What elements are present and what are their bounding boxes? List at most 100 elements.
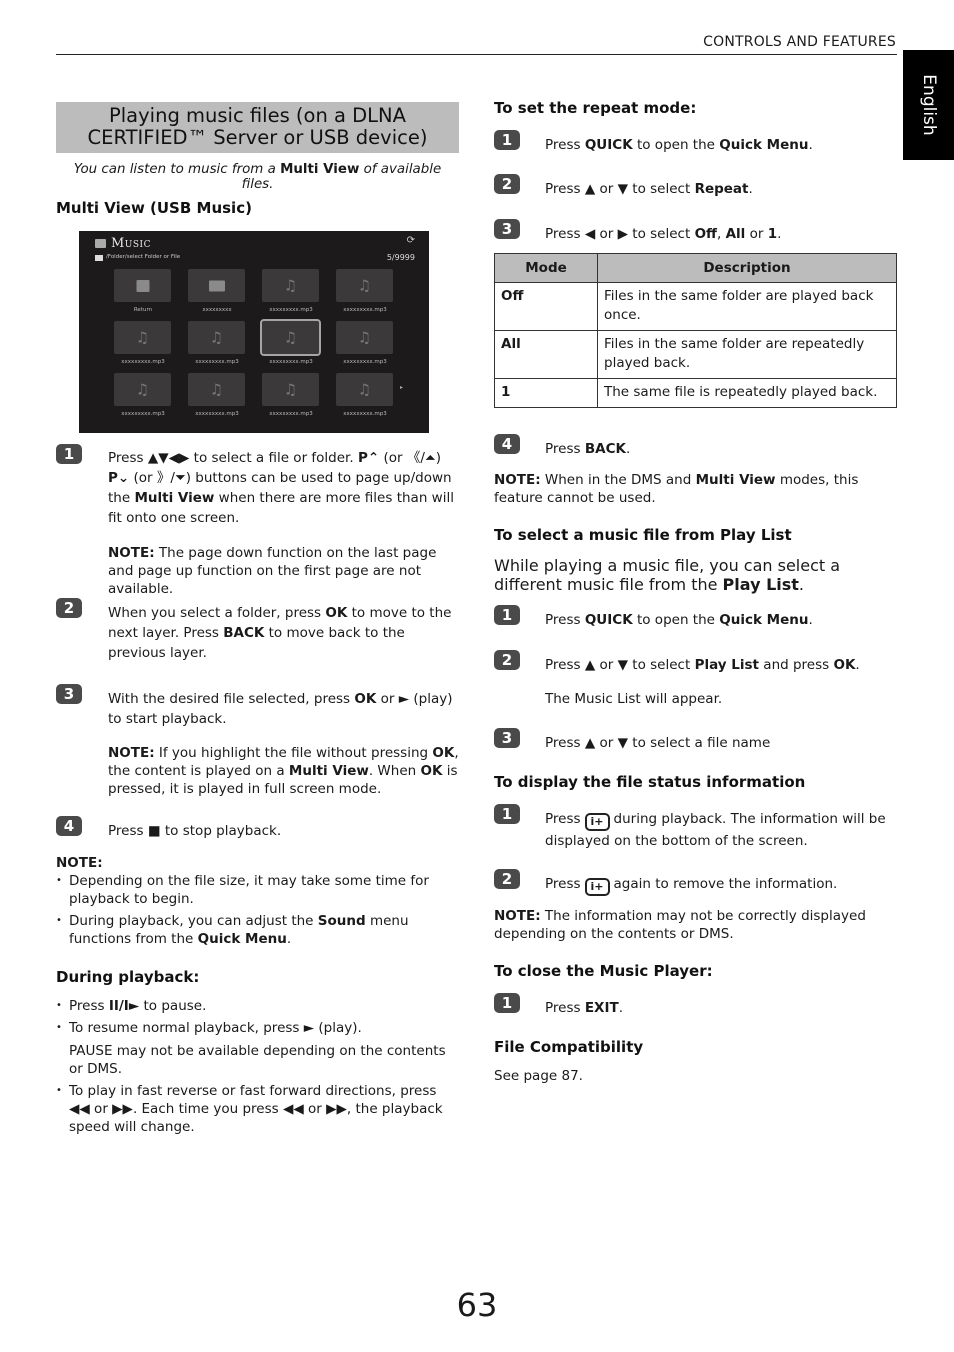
list-item: Press II/I► to pause. <box>56 997 460 1015</box>
t: Press <box>545 137 585 153</box>
status-heading: To display the file status information <box>494 773 806 791</box>
t: and press <box>759 657 834 673</box>
t: Press <box>545 735 585 751</box>
repeat-step-2: Press ▲ or ▼ to select Repeat. <box>545 179 753 199</box>
note-list: Depending on the file size, it may take … <box>56 872 460 948</box>
file-tile[interactable]: ♫ <box>336 373 393 406</box>
fast-forward-icon: ▶▶ <box>326 1101 347 1117</box>
t: . Each time you press <box>132 1101 283 1117</box>
t: Press <box>108 450 148 466</box>
step-badge: 4 <box>494 434 520 454</box>
b: Quick Menu <box>197 931 287 947</box>
arrow-keys-icon: ▲▼◀▶ <box>147 450 190 466</box>
file-tile-label: xxxxxxxxx.mp3 <box>343 359 387 365</box>
step-1-text: Press ▲▼◀▶ to select a file or folder. P… <box>108 448 460 528</box>
playlist-step-3: Press ▲ or ▼ to select a file name <box>545 733 770 753</box>
b: OK <box>325 605 348 621</box>
title-line-1: Playing music files (on a DLNA <box>109 104 406 127</box>
tv-count: 5/9999 <box>386 253 415 262</box>
page-title: Playing music files (on a DLNA CERTIFIED… <box>56 102 459 153</box>
b: Repeat <box>694 181 749 197</box>
tv-title: Music <box>111 236 152 251</box>
step-badge: 1 <box>494 804 520 824</box>
file-tile[interactable] <box>188 269 245 302</box>
description-cell: The same file is repeatedly played back. <box>597 378 897 408</box>
b: EXIT <box>584 1000 619 1016</box>
music-note-icon: ♫ <box>357 276 372 294</box>
step-badge: 1 <box>56 444 82 464</box>
t: . <box>855 657 860 673</box>
file-tile[interactable]: ♫ <box>188 373 245 406</box>
t: The page down function on the last page … <box>108 545 437 597</box>
music-note-icon: ♫ <box>357 380 372 398</box>
language-label: English <box>918 74 939 136</box>
file-tile-label: xxxxxxxxx.mp3 <box>343 307 387 313</box>
status-step-2: Press i+ again to remove the information. <box>545 874 837 896</box>
t: , <box>716 226 726 242</box>
step-badge: 1 <box>494 130 520 150</box>
file-tile[interactable]: ♫ <box>188 321 245 354</box>
multiview-screenshot: Music ⟳ /Folder/select Folder or File 5/… <box>79 231 429 433</box>
file-tile[interactable]: ♫ <box>336 269 393 302</box>
file-tile[interactable]: ♫ <box>262 269 319 302</box>
file-tile[interactable]: ♫ <box>114 373 171 406</box>
note-label: NOTE: <box>108 545 155 561</box>
b: OK <box>432 745 455 761</box>
step-badge: 2 <box>494 869 520 889</box>
table-row: 1 The same file is repeatedly played back… <box>494 378 897 408</box>
file-tile[interactable]: ♫ <box>336 321 393 354</box>
t: When you select a folder, press <box>108 605 326 621</box>
file-tile[interactable] <box>114 269 171 302</box>
folder-icon <box>95 255 103 261</box>
t: Press <box>545 876 581 892</box>
description-cell: Files in the same folder are repeatedly … <box>597 330 897 379</box>
intro-pre: You can listen to music from a <box>73 162 281 177</box>
t: (or <box>379 450 407 466</box>
t: . When <box>368 763 421 779</box>
repeat-note: NOTE: When in the DMS and Multi View mod… <box>494 471 898 507</box>
play-icon: ► <box>303 1020 315 1036</box>
t: to stop playback. <box>160 823 282 839</box>
during-playback-heading: During playback: <box>56 968 200 986</box>
file-tile[interactable]: ♫ <box>114 321 171 354</box>
table-row: Off Files in the same folder are played b… <box>494 282 897 331</box>
note-item: Depending on the file size, it may take … <box>56 872 460 908</box>
step-badge: 1 <box>494 993 520 1013</box>
t: The information may not be correctly dis… <box>494 908 866 942</box>
note-label: NOTE: <box>494 472 541 488</box>
file-tile-label: xxxxxxxxx.mp3 <box>343 411 387 417</box>
step-badge: 3 <box>494 728 520 748</box>
music-note-icon: ♫ <box>209 328 224 346</box>
t: To resume normal playback, press <box>69 1020 304 1036</box>
note-block: NOTE: Depending on the file size, it may… <box>56 854 460 952</box>
file-tile[interactable]: ♫ <box>260 319 321 356</box>
fast-forward-icon: ▶▶ <box>112 1101 133 1117</box>
t: or <box>303 1101 327 1117</box>
page-up-key: P⌃ <box>357 450 380 466</box>
music-note-icon: ♫ <box>357 328 372 346</box>
repeat-heading: To set the repeat mode: <box>494 99 697 117</box>
step-badge: 2 <box>56 598 82 618</box>
file-tile[interactable]: ♫ <box>262 373 319 406</box>
multiview-heading: Multi View (USB Music) <box>56 199 252 217</box>
t: Press <box>545 441 585 457</box>
t: When in the DMS and <box>540 472 696 488</box>
step-badge: 1 <box>494 605 520 625</box>
t: or <box>595 657 618 673</box>
t: With the desired file selected, press <box>108 691 355 707</box>
b: Quick Menu <box>719 137 809 153</box>
playlist-step-1: Press QUICK to open the Quick Menu. <box>545 610 813 630</box>
b: BACK <box>584 441 626 457</box>
step-badge: 3 <box>56 684 82 704</box>
t: to select a file or folder. <box>189 450 358 466</box>
repeat-mode-table: Mode Description Off Files in the same fo… <box>494 253 897 408</box>
t: Press <box>545 181 585 197</box>
playlist-step-2: Press ▲ or ▼ to select Play List and pre… <box>545 655 860 675</box>
t: . <box>808 137 813 153</box>
file-tile-label: xxxxxxxxx.mp3 <box>269 359 313 365</box>
t: (play). <box>314 1020 362 1036</box>
t: or <box>595 735 618 751</box>
t: to select <box>628 657 695 673</box>
up-arrow-icon: ▲ <box>584 657 596 673</box>
t: Press <box>545 1000 585 1016</box>
